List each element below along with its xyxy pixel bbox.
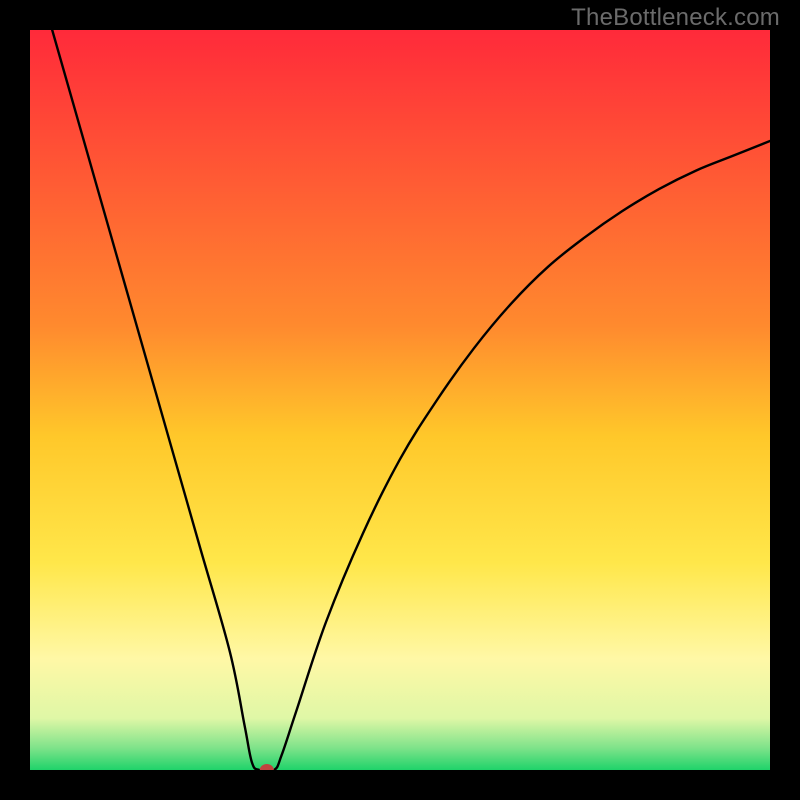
bottleneck-plot <box>30 30 770 770</box>
watermark-text: TheBottleneck.com <box>571 4 780 32</box>
chart-frame: TheBottleneck.com <box>0 0 800 800</box>
plot-background <box>30 30 770 770</box>
